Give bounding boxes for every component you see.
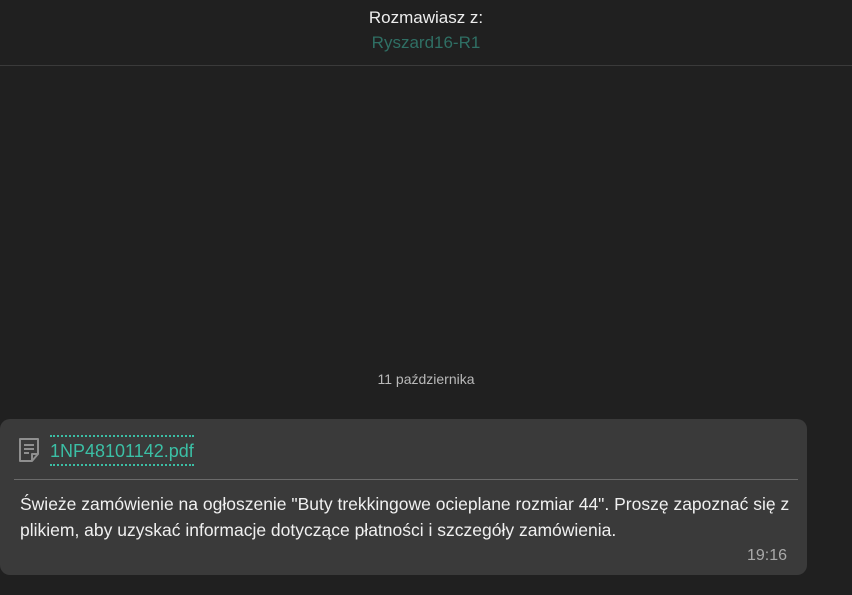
chat-window: Rozmawiasz z: Ryszard16-R1 11 październi… bbox=[0, 0, 852, 595]
contact-name[interactable]: Ryszard16-R1 bbox=[0, 33, 852, 53]
message-bubble: 1NP48101142.pdf Świeże zamówienie na ogł… bbox=[0, 419, 807, 575]
divider bbox=[14, 479, 798, 480]
attachment-link[interactable]: 1NP48101142.pdf bbox=[50, 434, 194, 466]
conversation-with-label: Rozmawiasz z: bbox=[368, 8, 484, 27]
message-timestamp: 19:16 bbox=[746, 547, 787, 564]
document-icon bbox=[18, 437, 40, 463]
attachment[interactable]: 1NP48101142.pdf bbox=[18, 433, 194, 467]
conversation-header: Rozmawiasz z: Ryszard16-R1 bbox=[0, 0, 852, 66]
date-separator: 11 października bbox=[377, 371, 475, 387]
message-text: Świeże zamówienie na ogłoszenie "Buty tr… bbox=[20, 494, 790, 540]
